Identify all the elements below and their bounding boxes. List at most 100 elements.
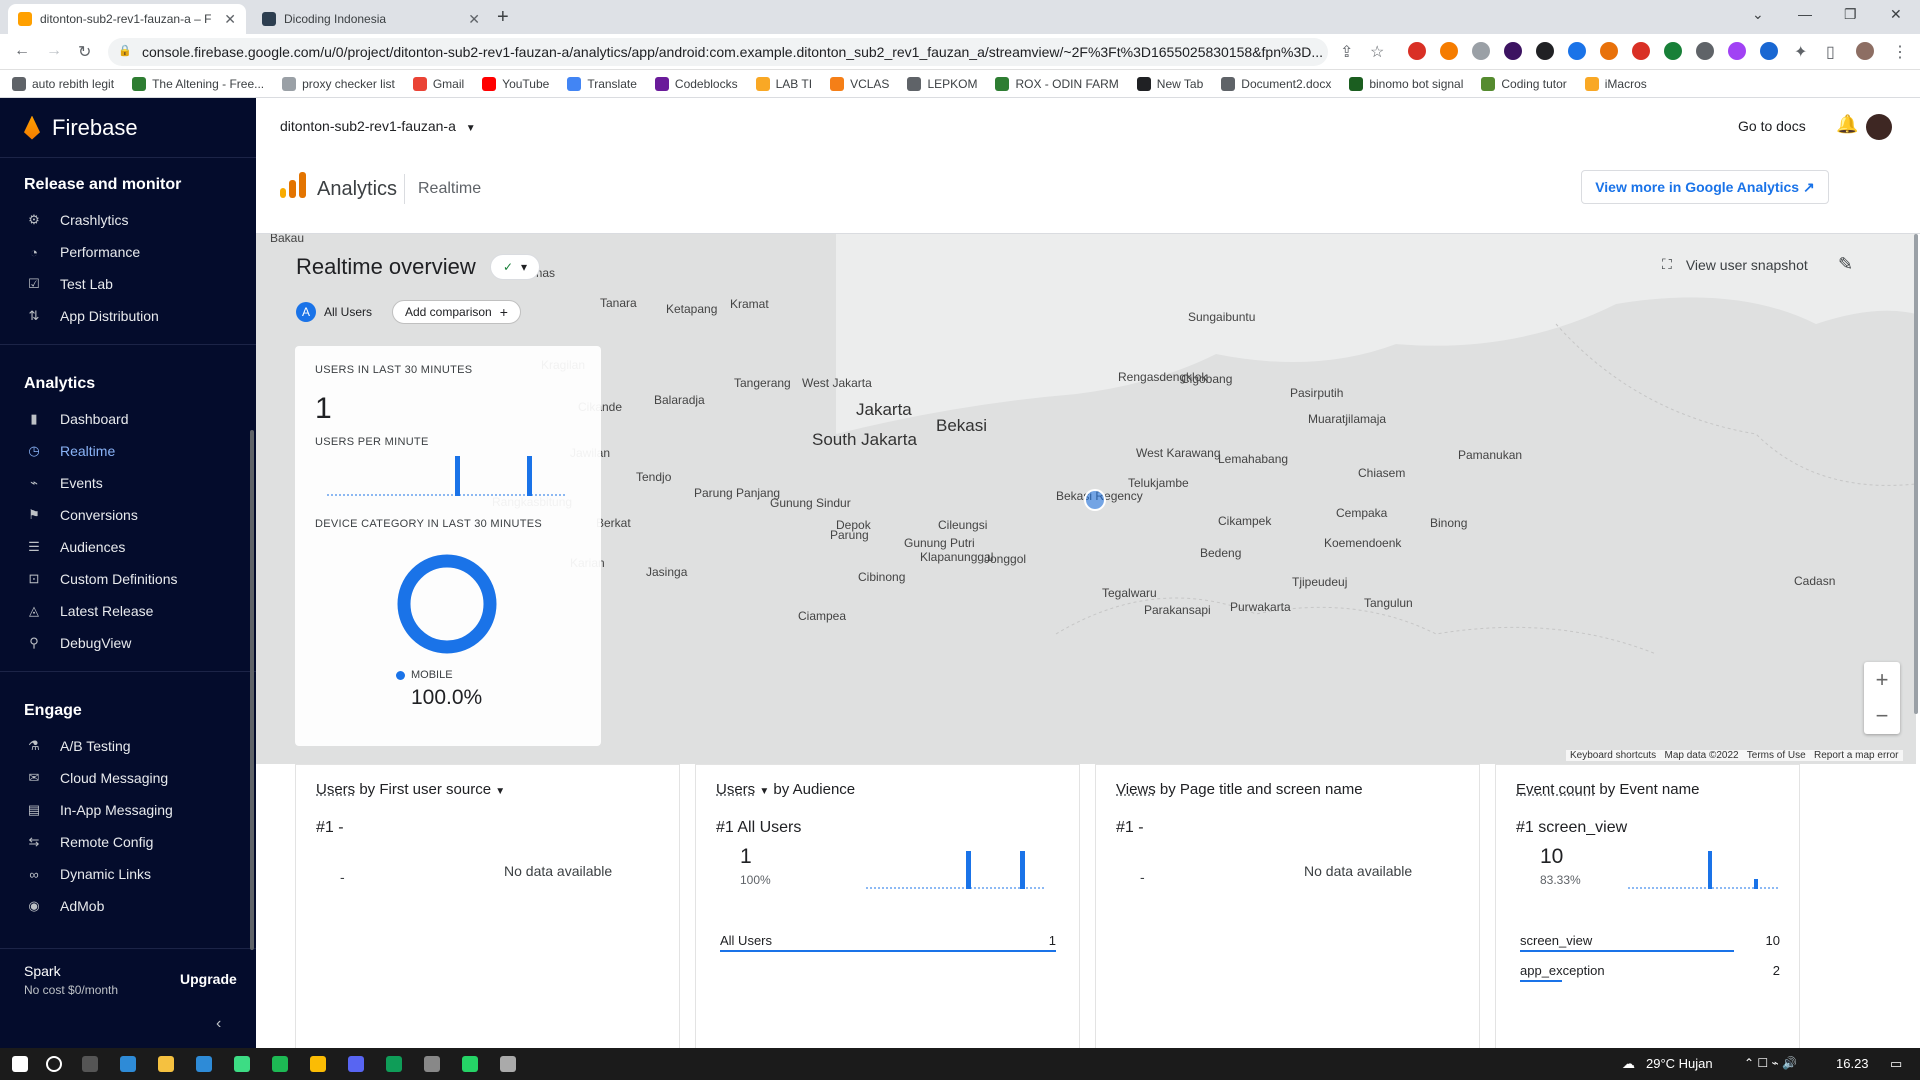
metric-selector[interactable]: Views	[1116, 781, 1156, 798]
sidebar-item-a-b-testing[interactable]: ⚗ A/B Testing	[0, 730, 256, 762]
sidebar-section-title[interactable]: Release and monitor	[0, 158, 256, 204]
adblock-extension-icon[interactable]	[1408, 42, 1426, 60]
edge-icon[interactable]	[120, 1056, 136, 1072]
bookmark-star-icon[interactable]: ☆	[1370, 42, 1384, 62]
sidebar-item-test-lab[interactable]: ☑ Test Lab	[0, 268, 256, 300]
browser-menu-icon[interactable]: ⋮	[1892, 42, 1908, 62]
report-map-error-link[interactable]: Report a map error	[1814, 750, 1898, 761]
sidebar-section-title[interactable]: Analytics	[0, 357, 256, 403]
metamask-extension-icon[interactable]	[1600, 42, 1618, 60]
discord-icon[interactable]	[348, 1056, 364, 1072]
sidebar-item-admob[interactable]: ◉ AdMob	[0, 890, 256, 922]
data-status-dropdown[interactable]: ✓ ▾	[490, 254, 540, 280]
bookmark-item[interactable]: YouTube	[482, 76, 549, 91]
chrome-icon[interactable]	[310, 1056, 326, 1072]
sidebar-item-audiences[interactable]: ☰ Audiences	[0, 531, 256, 563]
tray-icons[interactable]: ⌃ ☐ ⌁ 🔊	[1744, 1056, 1797, 1070]
file-explorer-icon[interactable]	[158, 1056, 174, 1072]
bookmark-item[interactable]: Document2.docx	[1221, 76, 1331, 91]
extension-icon[interactable]	[1472, 42, 1490, 60]
sidebar-item-cloud-messaging[interactable]: ✉ Cloud Messaging	[0, 762, 256, 794]
lock-icon[interactable]: 🔒	[118, 44, 132, 57]
close-tab-icon[interactable]: ✕	[224, 11, 236, 28]
bookmark-item[interactable]: ROX - ODIN FARM	[995, 76, 1119, 91]
task-view-icon[interactable]	[82, 1056, 98, 1072]
bookmark-item[interactable]: proxy checker list	[282, 76, 395, 91]
store-icon[interactable]	[196, 1056, 212, 1072]
active-user-marker[interactable]	[1084, 489, 1106, 511]
metric-selector[interactable]: Users	[716, 781, 755, 798]
bookmark-item[interactable]: LEPKOM	[907, 76, 977, 91]
zoom-in-icon[interactable]: +	[1864, 662, 1900, 698]
sidebar-item-realtime[interactable]: ◷ Realtime	[0, 435, 256, 467]
sidebar-item-dynamic-links[interactable]: ∞ Dynamic Links	[0, 858, 256, 890]
extension-icon[interactable]	[1728, 42, 1746, 60]
bookmark-item[interactable]: iMacros	[1584, 76, 1647, 91]
view-more-google-analytics-button[interactable]: View more in Google Analytics ↗	[1581, 170, 1829, 204]
tab-search-icon[interactable]: ⌄	[1752, 6, 1764, 23]
close-window-icon[interactable]: ✕	[1890, 6, 1902, 23]
bookmark-item[interactable]: VCLAS	[830, 76, 889, 91]
url-input[interactable]: console.firebase.google.com/u/0/project/…	[108, 38, 1328, 66]
app-icon[interactable]	[424, 1056, 440, 1072]
card-title[interactable]: Views by Page title and screen name	[1116, 781, 1363, 798]
list-item[interactable]: app_exception 2	[1520, 963, 1780, 982]
windows-start-icon[interactable]	[12, 1056, 28, 1072]
view-user-snapshot-button[interactable]: ⛶ View user snapshot	[1662, 256, 1808, 273]
sidebar-item-conversions[interactable]: ⚑ Conversions	[0, 499, 256, 531]
minimize-icon[interactable]: —	[1798, 6, 1812, 22]
sidebar-item-debugview[interactable]: ⚲ DebugView	[0, 627, 256, 659]
customize-report-icon[interactable]: ✎	[1838, 254, 1853, 275]
search-icon[interactable]	[46, 1056, 62, 1072]
notifications-bell-icon[interactable]: 🔔	[1836, 114, 1858, 135]
bookmark-item[interactable]: Coding tutor	[1481, 76, 1567, 91]
bookmark-item[interactable]: The Altening - Free...	[132, 76, 264, 91]
list-item[interactable]: screen_view 10	[1520, 933, 1780, 952]
back-icon[interactable]: ←	[14, 42, 30, 60]
list-item[interactable]: All Users 1	[720, 933, 1056, 952]
extension-icon[interactable]	[1664, 42, 1682, 60]
forward-icon[interactable]: →	[46, 42, 62, 60]
zoom-out-icon[interactable]: −	[1864, 698, 1900, 734]
side-panel-icon[interactable]: ▯	[1826, 42, 1835, 62]
add-comparison-button[interactable]: Add comparison +	[392, 300, 521, 324]
weather-icon[interactable]: ☁	[1622, 1056, 1635, 1072]
android-studio-icon[interactable]	[234, 1056, 250, 1072]
clock[interactable]: 16.23	[1836, 1056, 1869, 1071]
share-icon[interactable]: ⇪	[1340, 42, 1353, 62]
bookmark-item[interactable]: Translate	[567, 76, 637, 91]
extension-icon[interactable]	[1568, 42, 1586, 60]
extension-icon[interactable]	[1696, 42, 1714, 60]
sidebar-item-app-distribution[interactable]: ⇅ App Distribution	[0, 300, 256, 332]
weather-text[interactable]: 29°C Hujan	[1646, 1056, 1713, 1071]
sidebar-item-events[interactable]: ⌁ Events	[0, 467, 256, 499]
bookmark-item[interactable]: Codeblocks	[654, 76, 738, 91]
close-tab-icon[interactable]: ✕	[468, 11, 480, 28]
tab-dicoding[interactable]: Dicoding Indonesia ✕	[252, 4, 490, 34]
firebase-logo[interactable]: Firebase	[0, 98, 256, 158]
sidebar-item-crashlytics[interactable]: ⚙ Crashlytics	[0, 204, 256, 236]
bookmark-item[interactable]: auto rebith legit	[12, 76, 114, 91]
extension-icon[interactable]	[1536, 42, 1554, 60]
app-icon[interactable]	[386, 1056, 402, 1072]
bookmark-item[interactable]: Gmail	[412, 76, 464, 91]
profile-avatar[interactable]	[1856, 42, 1874, 60]
go-to-docs-link[interactable]: Go to docs	[1738, 118, 1806, 134]
extension-icon[interactable]	[1504, 42, 1522, 60]
sidebar-section-title[interactable]: Engage	[0, 684, 256, 730]
sidebar-item-latest-release[interactable]: ◬ Latest Release	[0, 595, 256, 627]
account-avatar[interactable]	[1866, 114, 1892, 140]
spotify-icon[interactable]	[272, 1056, 288, 1072]
tab-firebase[interactable]: ditonton-sub2-rev1-fauzan-a – F ✕	[8, 4, 246, 34]
app-icon[interactable]	[500, 1056, 516, 1072]
extension-icon[interactable]	[1440, 42, 1458, 60]
main-scrollbar[interactable]	[1914, 234, 1918, 714]
reload-icon[interactable]: ↻	[78, 42, 91, 62]
sidebar-item-dashboard[interactable]: ▮ Dashboard	[0, 403, 256, 435]
sidebar-item-in-app-messaging[interactable]: ▤ In-App Messaging	[0, 794, 256, 826]
card-title[interactable]: Users ▼ by Audience	[716, 781, 855, 798]
sidebar-item-performance[interactable]: ◔ Performance	[0, 236, 256, 268]
whatsapp-icon[interactable]	[462, 1056, 478, 1072]
bookmark-item[interactable]: New Tab	[1136, 76, 1203, 91]
new-tab-icon[interactable]: +	[497, 6, 509, 29]
